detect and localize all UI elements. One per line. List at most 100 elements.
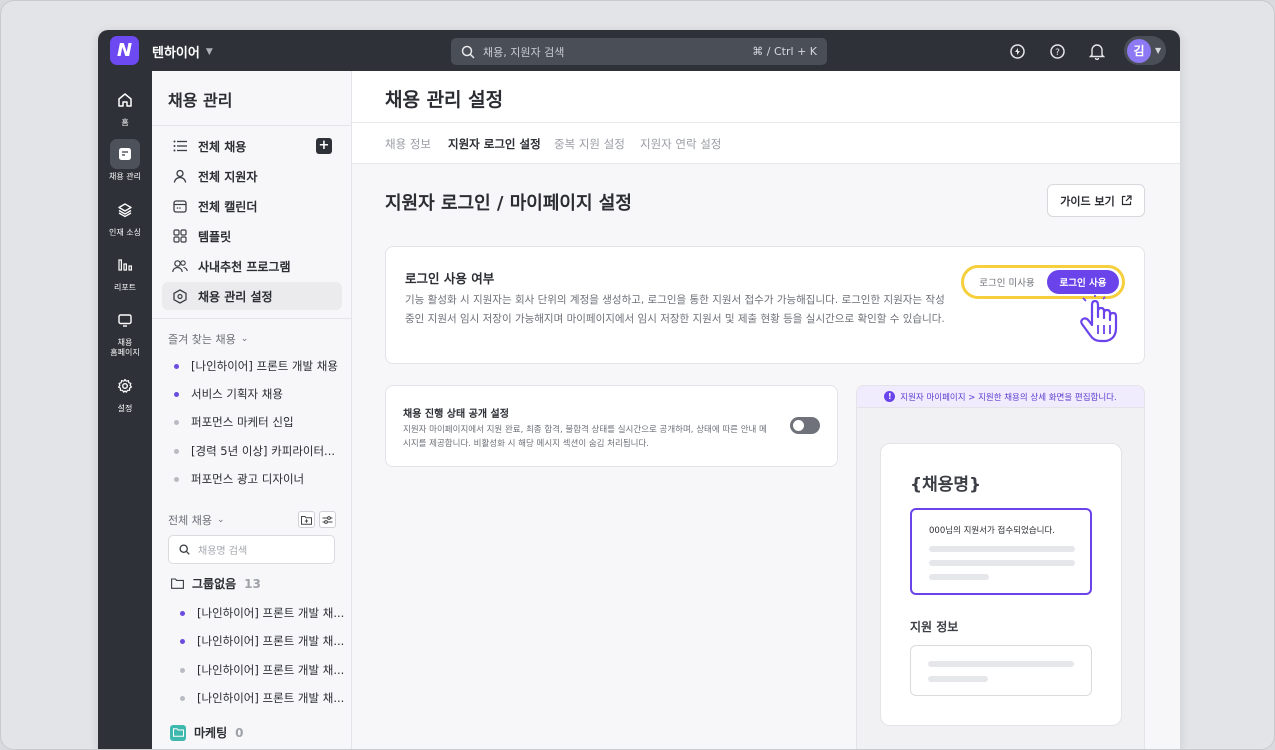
favorite-job-label: 퍼포먼스 광고 디자이너: [191, 472, 305, 486]
rail-item-career-site[interactable]: 채용 홈페이지: [98, 305, 152, 358]
divider: [152, 125, 351, 126]
status-dot: [180, 638, 185, 644]
favorite-job-label: 퍼포먼스 마케터 신입: [191, 415, 294, 429]
home-icon: [110, 85, 140, 115]
all-jobs-label: 전체 채용: [168, 514, 212, 527]
mypage-preview: ! 지원자 마이페이지 > 지원한 채용의 상세 화면을 편집합니다. {채용명…: [856, 385, 1145, 749]
rail-label: 채용 홈페이지: [110, 338, 140, 357]
rail-label: 홈: [121, 118, 129, 127]
preview-info-box: [910, 645, 1092, 696]
gear-icon: [110, 371, 140, 401]
sidebar-item-label: 전체 캘린더: [198, 199, 258, 214]
rail-item-home[interactable]: 홈: [98, 85, 152, 128]
favorite-job-item[interactable]: 퍼포먼스 광고 디자이너: [174, 471, 344, 487]
folder-icon: [170, 724, 186, 741]
job-search-input[interactable]: 채용명 검색: [168, 535, 335, 564]
settings-content: 지원자 로그인 / 마이페이지 설정 가이드 보기 로그인 사용 여부 기능 활…: [352, 164, 1180, 749]
calendar-icon: [172, 198, 188, 214]
group-job-item[interactable]: [나인하이어] 프론트 개발 채...: [180, 633, 344, 649]
sidebar-item-recruiting-settings[interactable]: 채용 관리 설정: [162, 282, 342, 310]
favorites-header[interactable]: 즐겨 찾는 채용 ⌄: [168, 331, 248, 347]
user-icon: [172, 168, 188, 184]
rail-item-settings[interactable]: 설정: [98, 371, 152, 414]
sidebar-item-templates[interactable]: 템플릿: [162, 222, 342, 250]
folder-icon: [170, 578, 184, 590]
search-icon: [179, 544, 190, 555]
placeholder-line: [929, 574, 989, 580]
new-folder-icon[interactable]: [298, 511, 315, 528]
login-off-option[interactable]: 로그인 미사용: [967, 275, 1047, 289]
org-name: 텐하이어: [152, 46, 200, 61]
preview-status-message-box[interactable]: 000님의 지원서가 접수되었습니다.: [910, 508, 1092, 595]
sidebar-item-label: 템플릿: [198, 229, 232, 244]
preview-phone-card: {채용명} 000님의 지원서가 접수되었습니다. 지원 정보: [880, 443, 1122, 726]
login-usage-card: 로그인 사용 여부 기능 활성화 시 지원자는 회사 단위의 계정을 생성하고,…: [385, 246, 1145, 364]
search-placeholder: 채용, 지원자 검색: [483, 45, 565, 59]
bell-icon[interactable]: [1087, 41, 1107, 61]
placeholder-line: [928, 676, 988, 682]
status-visibility-toggle[interactable]: [790, 417, 820, 434]
sidebar-item-label: 전체 채용: [198, 139, 247, 154]
group-job-item[interactable]: [나인하이어] 프론트 개발 채...: [180, 662, 344, 678]
favorite-job-label: [나인하이어] 프론트 개발 채용: [191, 359, 338, 373]
guide-button-label: 가이드 보기: [1060, 194, 1115, 208]
org-switcher[interactable]: 텐하이어 ▼: [152, 42, 213, 61]
sidebar-item-calendar[interactable]: 전체 캘린더: [162, 192, 342, 220]
user-menu[interactable]: 김 ▼: [1124, 36, 1166, 65]
placeholder-line: [929, 546, 1075, 552]
rail-item-recruiting[interactable]: 채용 관리: [98, 139, 152, 182]
login-on-option[interactable]: 로그인 사용: [1047, 270, 1119, 294]
favorite-job-item[interactable]: [나인하이어] 프론트 개발 채용: [174, 358, 344, 374]
placeholder-line: [929, 560, 1075, 566]
favorite-job-item[interactable]: 서비스 기획자 채용: [174, 386, 344, 402]
group-job-label: [나인하이어] 프론트 개발 채...: [197, 634, 345, 648]
preview-info-title: 지원 정보: [910, 620, 959, 634]
hexagon-icon: [172, 288, 188, 304]
sidebar-item-all-applicants[interactable]: 전체 지원자: [162, 162, 342, 190]
global-search[interactable]: 채용, 지원자 검색 ⌘ / Ctrl + K: [451, 38, 827, 65]
status-dot: [180, 667, 185, 673]
all-jobs-header[interactable]: 전체 채용 ⌄: [168, 512, 225, 528]
group-job-label: [나인하이어] 프론트 개발 채...: [197, 663, 345, 677]
external-link-icon: [1121, 195, 1132, 206]
group-job-item[interactable]: [나인하이어] 프론트 개발 채...: [180, 605, 344, 621]
status-dot: [174, 476, 179, 482]
preview-banner: ! 지원자 마이페이지 > 지원한 채용의 상세 화면을 편집합니다.: [857, 386, 1144, 408]
status-visibility-title: 채용 진행 상태 공개 설정: [403, 409, 509, 420]
favorite-job-label: 서비스 기획자 채용: [191, 387, 283, 401]
login-usage-description: 기능 활성화 시 지원자는 회사 단위의 계정을 생성하고, 로그인을 통한 지…: [405, 294, 945, 325]
help-icon[interactable]: ?: [1047, 41, 1067, 61]
app-rail: 홈 채용 관리 인재 소싱 리포트 채용 홈페이지 설정: [98, 71, 152, 749]
sidebar-item-referral[interactable]: 사내추천 프로그램: [162, 252, 342, 280]
add-job-button[interactable]: +: [316, 138, 332, 154]
chevron-down-icon: ⌄: [216, 515, 225, 525]
status-dot: [174, 419, 179, 425]
group-count: 0: [235, 725, 244, 740]
search-shortcut: ⌘ / Ctrl + K: [752, 45, 817, 58]
tab-duplicate-application[interactable]: 중복 지원 설정: [554, 136, 625, 165]
main-content: 채용 관리 설정 채용 정보 지원자 로그인 설정 중복 지원 설정 지원자 연…: [352, 71, 1180, 749]
rail-item-report[interactable]: 리포트: [98, 250, 152, 293]
group-job-label: [나인하이어] 프론트 개발 채...: [197, 606, 345, 620]
rail-item-sourcing[interactable]: 인재 소싱: [98, 195, 152, 238]
tab-job-info[interactable]: 채용 정보: [385, 136, 431, 165]
grid-icon: [172, 228, 188, 244]
filter-settings-icon[interactable]: [319, 511, 336, 528]
app-logo[interactable]: N: [110, 36, 139, 65]
chat-icon[interactable]: [1007, 41, 1027, 61]
guide-button[interactable]: 가이드 보기: [1047, 184, 1145, 217]
favorites-label: 즐겨 찾는 채용: [168, 333, 236, 346]
pointer-hand-icon: [1080, 295, 1118, 343]
status-visibility-description: 지원자 마이페이지에서 지원 완료, 최종 합격, 불합격 상태를 실시간으로 …: [403, 425, 767, 449]
login-usage-segmented-control: 로그인 미사용 로그인 사용: [961, 265, 1125, 299]
sidebar: 채용 관리 전체 채용 + 전체 지원자 전체 캘린더 템플릿 사내추천 프로그…: [152, 71, 352, 749]
sidebar-item-all-jobs[interactable]: 전체 채용 +: [162, 132, 342, 160]
folder-group-marketing[interactable]: 마케팅 0: [170, 724, 243, 741]
folder-group-none[interactable]: 그룹없음 13: [170, 575, 261, 592]
favorite-job-item[interactable]: [경력 5년 이상] 카피라이터...: [174, 443, 344, 459]
tab-applicant-contact[interactable]: 지원자 연락 설정: [640, 136, 721, 165]
group-job-item[interactable]: [나인하이어] 프론트 개발 채...: [180, 690, 344, 706]
info-icon: !: [884, 391, 896, 402]
favorite-job-item[interactable]: 퍼포먼스 마케터 신입: [174, 414, 344, 430]
tab-applicant-login[interactable]: 지원자 로그인 설정: [448, 136, 541, 167]
